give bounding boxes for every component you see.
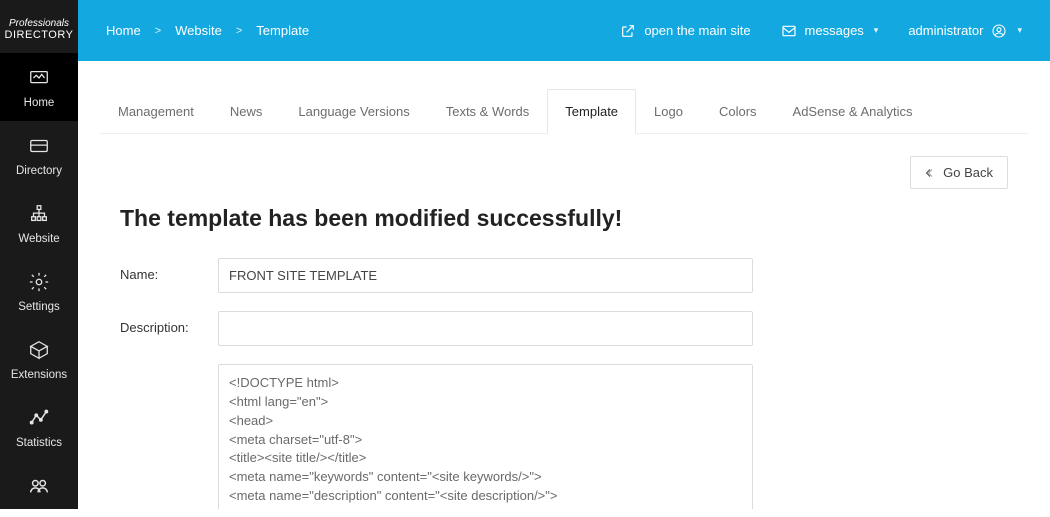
sidebar-item-extensions[interactable]: Extensions xyxy=(0,325,78,393)
tab-template[interactable]: Template xyxy=(547,89,636,134)
main: Home > Website > Template open the main … xyxy=(78,0,1050,509)
tab-management[interactable]: Management xyxy=(100,89,212,134)
panel: Management News Language Versions Texts … xyxy=(100,89,1028,509)
tab-news[interactable]: News xyxy=(212,89,281,134)
breadcrumb-sep: > xyxy=(155,25,161,37)
stats-icon xyxy=(27,407,51,429)
tab-label: Management xyxy=(118,104,194,119)
user-circle-icon xyxy=(991,23,1007,39)
brand: Professionals DIRECTORY xyxy=(0,0,78,53)
chevron-down-icon: ▾ xyxy=(874,25,879,36)
html-label: HTML: xyxy=(120,364,218,509)
go-back-label: Go Back xyxy=(943,165,993,180)
chevron-down-icon: ▾ xyxy=(1017,25,1022,36)
sidebar-item-statistics[interactable]: Statistics xyxy=(0,393,78,461)
sidebar-item-settings[interactable]: Settings xyxy=(0,257,78,325)
sidebar-item-directory[interactable]: Directory xyxy=(0,121,78,189)
name-input[interactable] xyxy=(218,258,753,293)
sidebar-item-label: Statistics xyxy=(16,437,62,449)
sidebar-item-website[interactable]: Website xyxy=(0,189,78,257)
success-message: The template has been modified successfu… xyxy=(120,205,1008,232)
tab-label: Template xyxy=(565,104,618,119)
breadcrumb: Home > Website > Template xyxy=(106,23,309,38)
external-link-icon xyxy=(620,23,636,39)
gear-icon xyxy=(27,271,51,293)
cube-icon xyxy=(27,339,51,361)
tab-adsense-analytics[interactable]: AdSense & Analytics xyxy=(775,89,931,134)
user-menu[interactable]: administrator ▾ xyxy=(908,23,1022,39)
messages-link[interactable]: messages ▾ xyxy=(781,23,879,39)
topbar: Home > Website > Template open the main … xyxy=(78,0,1050,61)
open-main-site-link[interactable]: open the main site xyxy=(620,23,750,39)
messages-label: messages xyxy=(805,23,864,38)
user-label: administrator xyxy=(908,23,983,38)
brand-line1: Professionals xyxy=(4,18,74,29)
description-label: Description: xyxy=(120,311,218,335)
back-arrow-icon xyxy=(925,167,937,179)
tabs: Management News Language Versions Texts … xyxy=(100,89,1028,134)
tab-label: AdSense & Analytics xyxy=(793,104,913,119)
tab-label: Texts & Words xyxy=(446,104,530,119)
sidebar-item-label: Extensions xyxy=(11,369,67,381)
name-label: Name: xyxy=(120,258,218,282)
tab-label: News xyxy=(230,104,263,119)
sidebar: Professionals DIRECTORY Home Directory xyxy=(0,0,78,509)
breadcrumb-sep: > xyxy=(236,25,242,37)
tab-logo[interactable]: Logo xyxy=(636,89,701,134)
tab-colors[interactable]: Colors xyxy=(701,89,775,134)
breadcrumb-home[interactable]: Home xyxy=(106,23,141,38)
sidebar-item-label: Directory xyxy=(16,165,62,177)
breadcrumb-website[interactable]: Website xyxy=(175,23,222,38)
tab-language-versions[interactable]: Language Versions xyxy=(280,89,427,134)
tab-label: Colors xyxy=(719,104,757,119)
home-icon xyxy=(27,67,51,89)
tab-label: Language Versions xyxy=(298,104,409,119)
directory-icon xyxy=(27,135,51,157)
website-icon xyxy=(27,203,51,225)
tab-texts-words[interactable]: Texts & Words xyxy=(428,89,548,134)
sidebar-item-home[interactable]: Home xyxy=(0,53,78,121)
open-main-site-label: open the main site xyxy=(644,23,750,38)
tab-label: Logo xyxy=(654,104,683,119)
sidebar-item-label: Home xyxy=(24,97,55,109)
brand-line2: DIRECTORY xyxy=(4,29,74,41)
breadcrumb-template[interactable]: Template xyxy=(256,23,309,38)
sidebar-item-label: Website xyxy=(18,233,59,245)
mail-icon xyxy=(781,23,797,39)
description-input[interactable] xyxy=(218,311,753,346)
go-back-button[interactable]: Go Back xyxy=(910,156,1008,189)
html-textarea[interactable] xyxy=(218,364,753,509)
users-icon xyxy=(27,475,51,497)
sidebar-item-label: Settings xyxy=(18,301,60,313)
